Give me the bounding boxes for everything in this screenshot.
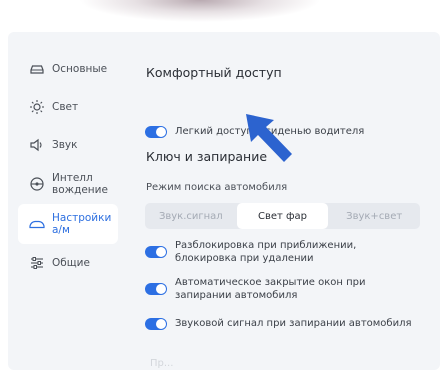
proximity-unlock-toggle[interactable] xyxy=(145,246,167,258)
sidebar-item-car-settings[interactable]: Настройки а/м xyxy=(18,204,118,244)
lock-beep-toggle[interactable] xyxy=(145,318,167,330)
sidebar-item-label: Основные xyxy=(52,63,108,75)
auto-close-windows-toggle[interactable] xyxy=(145,283,167,295)
auto-close-windows-label: Автоматическое закрытие окон при запиран… xyxy=(175,277,366,301)
easy-access-toggle[interactable] xyxy=(145,126,167,138)
lock-beep-label: Звуковой сигнал при запирании автомобиля xyxy=(175,318,412,329)
sidebar-item-light[interactable]: Свет xyxy=(18,88,118,126)
sidebar-item-general[interactable]: Общие xyxy=(18,244,118,282)
sidebar-item-intelligent-driving[interactable]: Интелл вождение xyxy=(18,164,118,204)
sidebar-item-label: Настройки а/м xyxy=(52,212,112,236)
search-mode-sound-lights[interactable]: Звук+свет xyxy=(328,203,420,229)
next-section-title-faded: Пр... xyxy=(150,358,174,369)
proximity-unlock-label: Разблокировка при приближении, блокировк… xyxy=(175,240,357,264)
sidebar-item-label: Звук xyxy=(52,139,78,151)
top-blurred-area xyxy=(0,0,444,30)
speaker-icon xyxy=(28,136,46,154)
steering-wheel-icon xyxy=(28,175,46,193)
search-mode-sound[interactable]: Звук.сигнал xyxy=(145,203,237,229)
sidebar-item-sound[interactable]: Звук xyxy=(18,126,118,164)
car-settings-icon xyxy=(28,215,46,233)
pointer-arrow-icon xyxy=(246,114,292,162)
sun-icon xyxy=(28,98,46,116)
sidebar-item-basic[interactable]: Основные xyxy=(18,50,118,88)
sliders-icon xyxy=(28,254,46,272)
sidebar-item-label: Общие xyxy=(52,257,90,269)
car-icon xyxy=(28,60,46,78)
screen: Основные Свет Звук Интелл вождение Настр… xyxy=(0,0,444,373)
search-mode-selector: Звук.сигнал Свет фар Звук+свет xyxy=(145,203,420,229)
sidebar-item-label: Свет xyxy=(52,101,79,113)
sidebar-item-label: Интелл вождение xyxy=(52,172,108,196)
search-mode-lights[interactable]: Свет фар xyxy=(236,203,329,229)
search-mode-label: Режим поиска автомобиля xyxy=(146,182,288,193)
sidebar: Основные Свет Звук Интелл вождение Настр… xyxy=(18,50,118,282)
comfort-access-title: Комфортный доступ xyxy=(146,65,282,80)
